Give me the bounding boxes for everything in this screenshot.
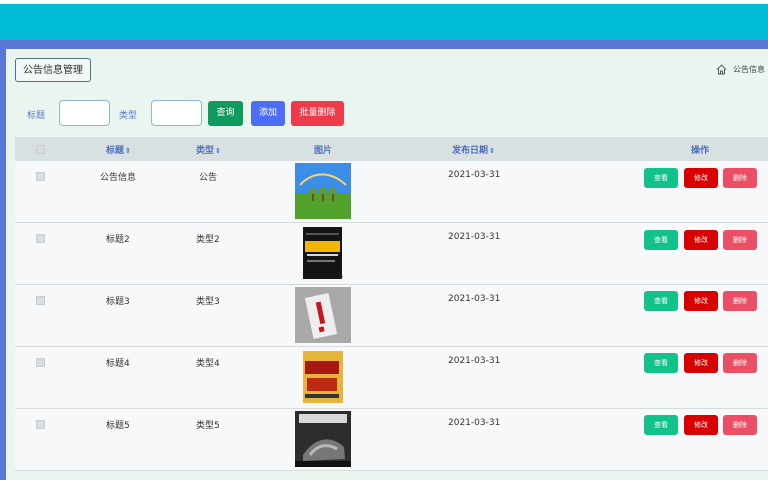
header-image: 图片: [314, 146, 333, 156]
delete-button[interactable]: 删除: [723, 230, 757, 250]
row-checkbox[interactable]: [36, 172, 45, 181]
edit-button[interactable]: 修改: [684, 291, 718, 311]
select-all-checkbox[interactable]: [36, 145, 45, 154]
row-checkbox[interactable]: [36, 358, 45, 367]
row-image: [295, 349, 351, 405]
sort-icon[interactable]: ⇕: [215, 147, 221, 155]
delete-button[interactable]: 删除: [723, 353, 757, 373]
view-button[interactable]: 查看: [644, 353, 678, 373]
row-type: 类型3: [196, 297, 220, 307]
batch-delete-button[interactable]: 批量删除: [291, 101, 344, 126]
delete-button[interactable]: 删除: [723, 291, 757, 311]
breadcrumb: 公告信息: [716, 64, 765, 75]
row-date: 2021-03-31: [448, 418, 501, 428]
header-type[interactable]: 类型⇕: [196, 143, 221, 156]
delete-button[interactable]: 删除: [723, 415, 757, 435]
add-button[interactable]: 添加: [251, 101, 285, 126]
row-type: 公告: [199, 173, 218, 183]
edit-button[interactable]: 修改: [684, 415, 718, 435]
type-label: 类型: [119, 111, 138, 121]
row-title: 公告信息: [100, 173, 137, 183]
header-bar: [0, 4, 768, 40]
title-input[interactable]: [59, 100, 110, 126]
breadcrumb-current: 公告信息: [733, 65, 765, 74]
sort-icon[interactable]: ⇕: [125, 147, 131, 155]
row-image: [295, 411, 351, 467]
row-date: 2021-03-31: [448, 356, 501, 366]
row-checkbox[interactable]: [36, 296, 45, 305]
view-button[interactable]: 查看: [644, 168, 678, 188]
view-button[interactable]: 查看: [644, 415, 678, 435]
row-image: [295, 287, 351, 343]
row-type: 类型4: [196, 359, 220, 369]
row-title: 标题2: [106, 235, 130, 245]
query-button[interactable]: 查询: [208, 101, 243, 126]
row-title: 标题5: [106, 421, 130, 431]
row-title: 标题3: [106, 297, 130, 307]
row-checkbox[interactable]: [36, 234, 45, 243]
page-title-button[interactable]: 公告信息管理: [15, 58, 91, 82]
title-label: 标题: [27, 111, 46, 121]
row-image: [295, 225, 351, 281]
header-title[interactable]: 标题⇕: [106, 143, 131, 156]
row-checkbox[interactable]: [36, 420, 45, 429]
row-title: 标题4: [106, 359, 130, 369]
header-actions: 操作: [691, 146, 710, 156]
home-icon[interactable]: [716, 64, 727, 75]
row-type: 类型5: [196, 421, 220, 431]
type-input[interactable]: [151, 100, 202, 126]
row-type: 类型2: [196, 235, 220, 245]
view-button[interactable]: 查看: [644, 230, 678, 250]
edit-button[interactable]: 修改: [684, 230, 718, 250]
view-button[interactable]: 查看: [644, 291, 678, 311]
sort-icon[interactable]: ⇕: [489, 147, 495, 155]
delete-button[interactable]: 删除: [723, 168, 757, 188]
row-image: [295, 163, 351, 219]
edit-button[interactable]: 修改: [684, 353, 718, 373]
row-date: 2021-03-31: [448, 294, 501, 304]
row-date: 2021-03-31: [448, 232, 501, 242]
header-date[interactable]: 发布日期⇕: [452, 143, 495, 156]
edit-button[interactable]: 修改: [684, 168, 718, 188]
row-date: 2021-03-31: [448, 170, 501, 180]
